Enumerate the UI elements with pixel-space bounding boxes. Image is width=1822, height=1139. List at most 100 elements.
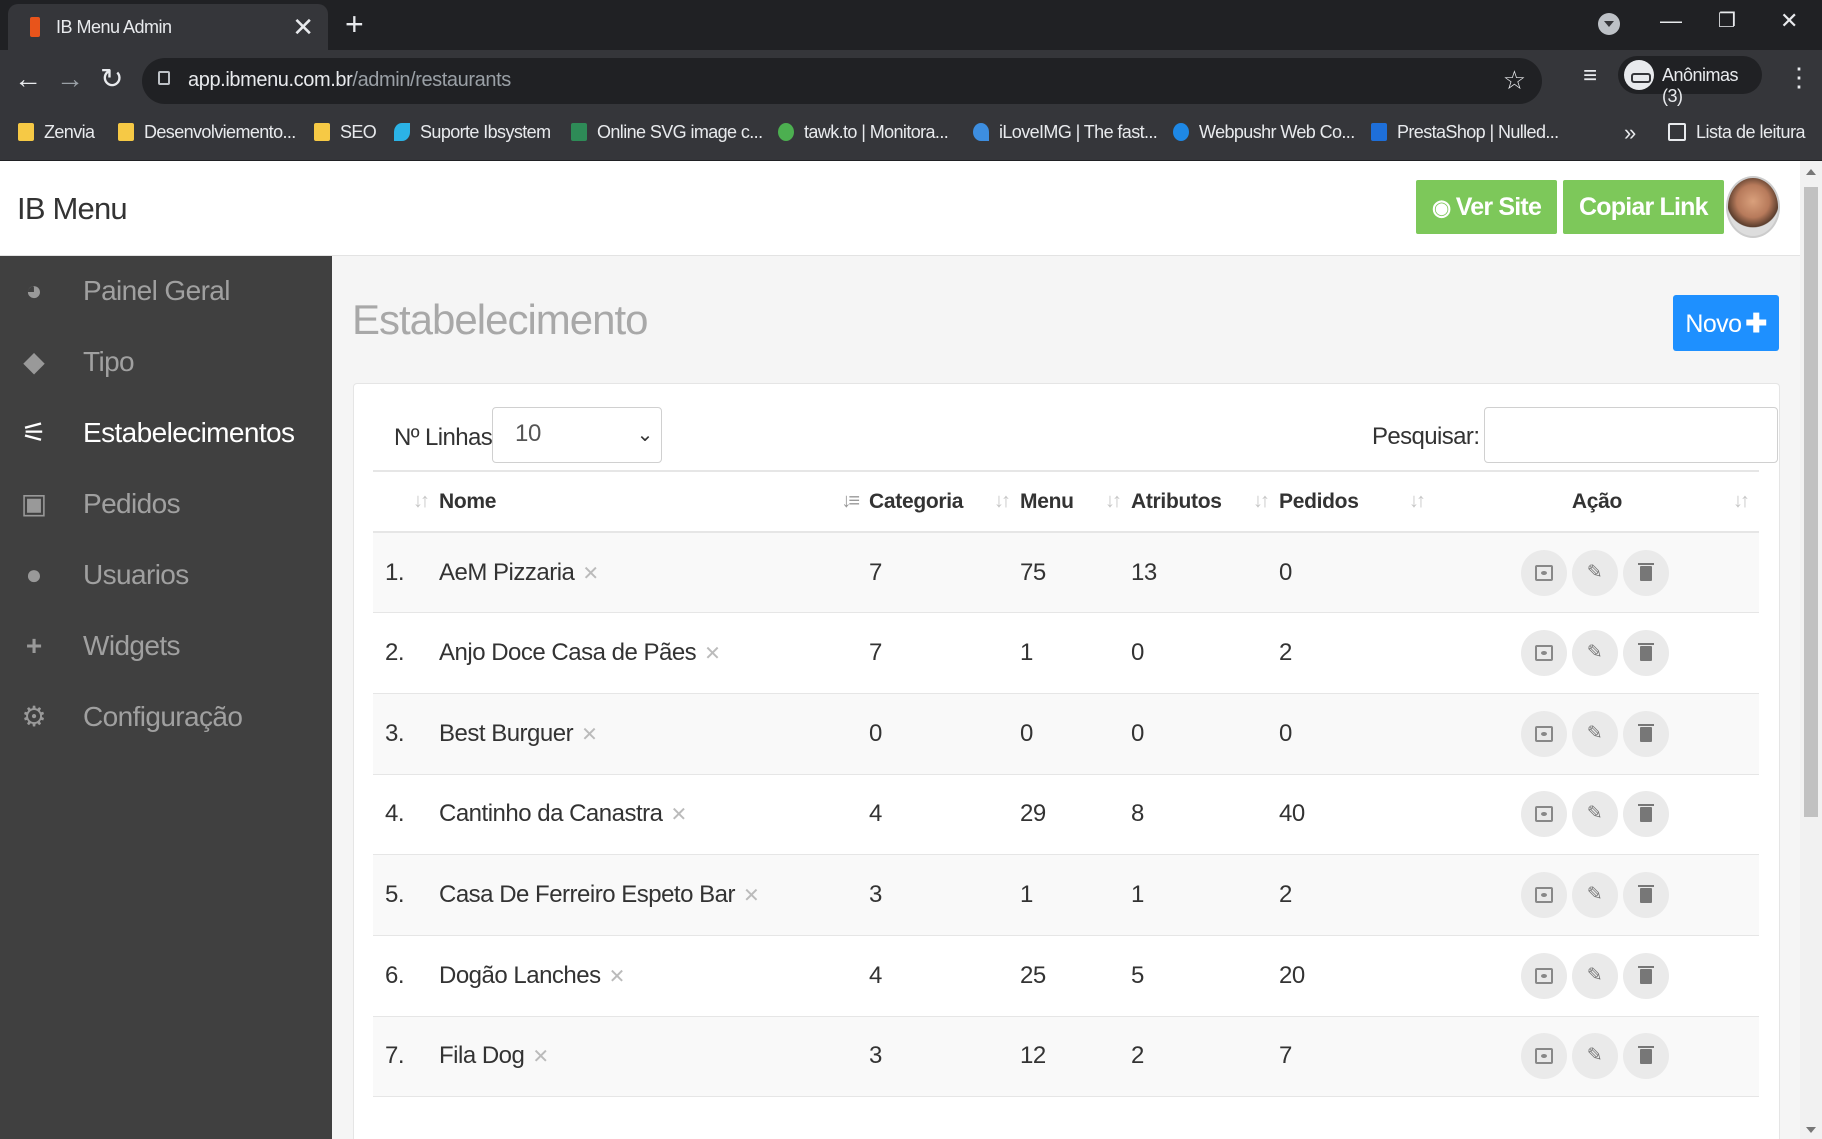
row-index: 6. <box>373 935 439 1017</box>
edit-button[interactable]: ✎ <box>1571 549 1618 596</box>
page-scrollbar[interactable] <box>1800 161 1822 1139</box>
view-button[interactable] <box>1520 549 1567 596</box>
delete-button[interactable] <box>1622 549 1669 596</box>
incognito-icon <box>1624 60 1654 90</box>
copiar-link-button[interactable]: Copiar Link <box>1563 180 1724 234</box>
folder-icon <box>118 123 134 141</box>
row-categoria: 4 <box>869 935 1020 1017</box>
sidebar-item-estabelecimentos[interactable]: ⚟ Estabelecimentos <box>0 398 332 469</box>
edit-button[interactable]: ✎ <box>1571 791 1618 838</box>
bookmark-item[interactable]: Online SVG image c... <box>571 122 763 150</box>
scroll-up-icon[interactable] <box>1806 169 1816 175</box>
folder-icon <box>314 123 330 141</box>
view-button[interactable] <box>1520 710 1567 757</box>
browser-menu-icon[interactable]: ⋮ <box>1786 62 1812 93</box>
edit-button[interactable]: ✎ <box>1571 710 1618 757</box>
incognito-profile-button[interactable]: Anônimas (3) <box>1618 56 1762 106</box>
novo-button[interactable]: Novo ✚ <box>1673 295 1779 351</box>
browser-tab[interactable]: IB Menu Admin ✕ <box>8 4 328 50</box>
search-input[interactable] <box>1484 407 1778 463</box>
bookmark-item[interactable]: Desenvolviemento... <box>118 122 296 150</box>
more-bookmarks-icon[interactable]: » <box>1624 120 1636 146</box>
delete-button[interactable] <box>1622 630 1669 677</box>
url-text: app.ibmenu.com.br/admin/restaurants <box>188 69 511 92</box>
column-header-index[interactable]: ↓↑ <box>373 470 439 533</box>
edit-button[interactable]: ✎ <box>1571 1033 1618 1080</box>
table-body: 1. AeM Pizzaria ✕ 7 75 13 0 ✎ 2. Anjo Doce Casa d… <box>373 532 1759 1098</box>
column-header-pedidos[interactable]: Pedidos ↓↑ <box>1279 470 1435 533</box>
row-actions: ✎ <box>1435 935 1759 1017</box>
svg-icon <box>571 123 587 141</box>
bookmark-label: iLoveIMG | The fast... <box>999 122 1158 142</box>
sidebar-item-pedidos[interactable]: ▣ Pedidos <box>0 469 332 540</box>
sidebar-item-painel-geral[interactable]: ◕ Painel Geral <box>0 256 332 327</box>
avatar[interactable] <box>1726 176 1780 238</box>
sort-icon: ↓↑ <box>1105 490 1122 512</box>
app-brand[interactable]: IB Menu <box>17 191 128 227</box>
sort-icon: ↓↑ <box>994 490 1011 512</box>
bookmark-item[interactable]: iLoveIMG | The fast... <box>973 122 1158 150</box>
column-header-atributos[interactable]: Atributos ↓↑ <box>1131 470 1279 533</box>
bookmark-item[interactable]: SEO <box>314 122 377 150</box>
scrollbar-thumb[interactable] <box>1804 187 1818 817</box>
tab-search-icon[interactable] <box>1598 13 1620 35</box>
restore-icon[interactable]: ❐ <box>1718 6 1736 36</box>
delete-button[interactable] <box>1622 872 1669 919</box>
forward-icon[interactable]: → <box>56 63 84 95</box>
row-nome: Casa De Ferreiro Espeto Bar ✕ <box>439 854 869 936</box>
column-header-label: Ação <box>1571 489 1623 513</box>
delete-button[interactable] <box>1622 952 1669 999</box>
sidebar-item-label: Tipo <box>83 346 135 377</box>
delete-button[interactable] <box>1622 791 1669 838</box>
address-bar[interactable]: app.ibmenu.com.br/admin/restaurants ☆ <box>142 58 1542 104</box>
row-nome: Dogão Lanches ✕ <box>439 935 869 1017</box>
column-header-categoria[interactable]: Categoria ↓↑ <box>869 470 1020 533</box>
view-button[interactable] <box>1520 1033 1567 1080</box>
bookmark-item[interactable]: PrestaShop | Nulled... <box>1371 122 1559 150</box>
edit-button[interactable]: ✎ <box>1571 872 1618 919</box>
table-row: 6. Dogão Lanches ✕ 4 25 5 20 ✎ <box>373 935 1759 1017</box>
scroll-down-icon[interactable] <box>1806 1127 1816 1133</box>
minimize-icon[interactable]: — <box>1660 6 1682 36</box>
sidebar-item-configuracao[interactable]: ⚙ Configuração <box>0 682 332 753</box>
edit-button[interactable]: ✎ <box>1571 630 1618 677</box>
column-header-menu[interactable]: Menu ↓↑ <box>1020 470 1131 533</box>
bookmark-item[interactable]: Zenvia <box>18 122 95 150</box>
folder-icon <box>18 123 34 141</box>
row-actions: ✎ <box>1435 854 1759 936</box>
view-button[interactable] <box>1520 630 1567 677</box>
row-index: 7. <box>373 1016 439 1098</box>
bookmark-item[interactable]: tawk.to | Monitora... <box>778 122 949 150</box>
reading-list-toolbar-icon[interactable]: ≡ <box>1583 62 1597 90</box>
bookmark-star-icon[interactable]: ☆ <box>1503 65 1526 96</box>
cutlery-icon: ✕ <box>532 1046 549 1069</box>
edit-button[interactable]: ✎ <box>1571 952 1618 999</box>
page-title: Estabelecimento <box>352 296 649 343</box>
row-nome-text: AeM Pizzaria <box>439 558 575 586</box>
lines-select[interactable]: 10 ⌄ <box>492 407 662 463</box>
sidebar-item-tipo[interactable]: ◆ Tipo <box>0 327 332 398</box>
reload-icon[interactable]: ↻ <box>100 63 123 95</box>
chevron-down-icon: ⌄ <box>636 424 654 446</box>
view-button[interactable] <box>1520 872 1567 919</box>
column-header-nome[interactable]: Nome ↓≡ <box>439 470 869 533</box>
browser-tabstrip: IB Menu Admin ✕ + — ❐ ✕ <box>0 0 1822 50</box>
reading-list-button[interactable]: Lista de leitura <box>1668 122 1806 143</box>
window-close-icon[interactable]: ✕ <box>1780 6 1798 36</box>
tab-close-icon[interactable]: ✕ <box>292 12 314 42</box>
sidebar-item-usuarios[interactable]: ● Usuarios <box>0 540 332 611</box>
pencil-icon: ✎ <box>1586 803 1603 825</box>
view-button[interactable] <box>1520 952 1567 999</box>
delete-button[interactable] <box>1622 710 1669 757</box>
bookmark-item[interactable]: Suporte Ibsystem <box>394 122 551 150</box>
delete-button[interactable] <box>1622 1033 1669 1080</box>
new-tab-button[interactable]: + <box>345 6 364 42</box>
row-atributos: 0 <box>1131 612 1279 694</box>
view-button[interactable] <box>1520 791 1567 838</box>
eye-icon: ◉ <box>1432 195 1456 220</box>
back-icon[interactable]: ← <box>14 63 42 95</box>
ver-site-button[interactable]: ◉ Ver Site <box>1416 180 1558 234</box>
column-header-acao[interactable]: Ação ↓↑ <box>1435 470 1759 533</box>
bookmark-item[interactable]: Webpushr Web Co... <box>1173 122 1355 150</box>
sidebar-item-widgets[interactable]: + Widgets <box>0 611 332 682</box>
